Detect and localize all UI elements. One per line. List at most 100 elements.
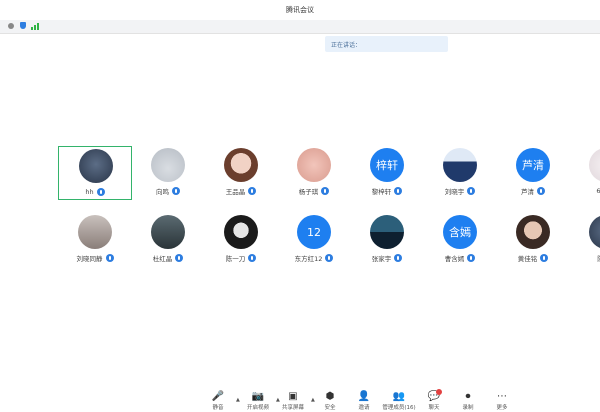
mic-status-icon [394,187,403,195]
participant-name: 东方红12 [294,255,323,263]
participant-name-row: 黎梓轩 [350,186,424,196]
toolbar-mic-button[interactable]: 🎤 静音 [201,386,235,412]
record-icon: ⏺ [465,391,471,402]
toolbar-label: 邀请 [358,405,370,411]
mic-icon: 🎤 [211,391,225,402]
toolbar-label: 静音 [212,405,224,411]
participant-name-row: 芦清 [496,186,570,196]
toolbar-members-button[interactable]: 👥 管理成员(16) [382,386,416,412]
participant-name-row: 陈 [569,253,600,263]
toolbar-label: 聊天 [428,405,440,411]
participant-tile[interactable]: 杜红晶 [131,213,205,267]
participant-tile[interactable]: 含嫣 曹含嫣 [423,213,497,267]
members-icon: 👥 [392,391,406,402]
toolbar-chat-button[interactable]: 💬 聊天 [417,386,451,412]
toolbar-video-off-button[interactable]: 📷 开启视频 [241,386,275,412]
mic-status-icon [105,254,114,262]
participant-name: 芦清 [521,188,534,196]
toolbar-record-button[interactable]: ⏺ 录制 [451,386,485,412]
participant-name: 60 [596,187,600,195]
participant-tile[interactable]: 刘晓同静 [58,213,132,267]
participant-name: 张家宇 [371,255,392,263]
toolbar-label: 更多 [496,405,508,411]
participant-avatar [151,215,185,249]
mic-status-icon [248,254,257,262]
toolbar-label: 录制 [462,405,474,411]
shield-icon: ⬢ [325,391,335,402]
participant-avatar [297,148,331,182]
mic-status-icon [540,254,549,262]
mic-status-icon [248,187,257,195]
toolbar-more-button[interactable]: ⋯ 更多 [485,386,519,412]
mic-status-icon [467,254,476,262]
participant-name: hh [85,188,94,196]
participant-name: 向鸣 [156,188,169,196]
participant-avatar [443,148,477,182]
participant-name-row: 黄佳铭 [496,253,570,263]
mic-status-icon [467,187,476,195]
mic-status-icon [537,187,545,195]
participant-name: 杜红晶 [152,255,173,263]
participant-avatar [224,148,258,182]
participant-tile[interactable]: 张家宇 [350,213,424,267]
participant-tile[interactable]: 刘晓宇 [423,146,497,200]
participant-name: 刘晓同静 [76,255,103,263]
participant-tile[interactable]: 12 东方红12 [277,213,351,267]
chevron-up-icon[interactable]: ▲ [236,397,240,403]
participant-tile[interactable]: 梓轩 黎梓轩 [350,146,424,200]
participant-avatar [516,215,550,249]
participant-tile[interactable]: 陈 [569,213,600,267]
toolbar-invite-button[interactable]: 👤 邀请 [347,386,381,412]
participant-name-row: 刘晓宇 [423,186,497,196]
mic-status-icon [96,188,105,196]
participant-tile[interactable]: hh [58,146,132,200]
participant-name-row: 60 [569,186,600,196]
toolbar-label: 安全 [324,405,336,411]
participant-name: 刘晓宇 [444,188,465,196]
toolbar-label: 开启视频 [246,405,269,411]
mic-status-icon [172,187,180,195]
participant-tile[interactable]: 芦清 芦清 [496,146,570,200]
participant-tile[interactable]: 杨子琪 [277,146,351,200]
participant-name-row: 刘晓同静 [58,253,132,263]
participant-grid: hh向鸣王品晶杨子琪梓轩黎梓轩刘晓宇芦清芦清60刘晓同静杜红晶陈一刀12东方红1… [0,0,600,412]
participant-avatar [224,215,258,249]
unread-badge [436,389,442,395]
participant-name-row: 向鸣 [131,186,205,196]
participant-name: 曹含嫣 [444,255,465,263]
participant-avatar [79,149,113,183]
invite-icon: 👤 [357,391,371,402]
participant-name: 黄佳铭 [517,255,538,263]
participant-name-row: 王品晶 [204,186,278,196]
toolbar-label: 共享屏幕 [281,405,304,411]
participant-name-row: 曹含嫣 [423,253,497,263]
meeting-toolbar: 🎤 静音 ▲ 📷 开启视频 ▲ ▣ 共享屏幕 ▲ ⬢ 安全 👤 邀请 👥 管理成员(16) 💬 聊天 ⏺ 录制 ⋯ 更多 [0,386,600,412]
participant-avatar [78,215,112,249]
toolbar-shield-button[interactable]: ⬢ 安全 [313,386,347,412]
mic-status-icon [394,254,403,262]
participant-tile[interactable]: 黄佳铭 [496,213,570,267]
participant-avatar: 梓轩 [370,148,404,182]
participant-name-row: hh [59,187,131,197]
more-icon: ⋯ [497,391,507,402]
video-off-icon: 📷 [251,391,265,402]
mic-status-icon [321,187,330,195]
participant-tile[interactable]: 王品晶 [204,146,278,200]
mic-status-icon [325,254,334,262]
participant-name: 杨子琪 [298,188,319,196]
participant-tile[interactable]: 60 [569,146,600,200]
toolbar-share-screen-button[interactable]: ▣ 共享屏幕 [276,386,310,412]
participant-avatar [589,148,600,182]
participant-avatar [151,148,185,182]
participant-avatar: 芦清 [516,148,550,182]
mic-status-icon [175,254,184,262]
participant-avatar [589,215,600,249]
participant-name: 陈一刀 [225,255,246,263]
participant-name: 黎梓轩 [371,188,392,196]
participant-avatar: 含嫣 [443,215,477,249]
share-screen-icon: ▣ [288,391,298,402]
participant-name-row: 东方红12 [277,253,351,263]
participant-name-row: 张家宇 [350,253,424,263]
participant-tile[interactable]: 向鸣 [131,146,205,200]
participant-tile[interactable]: 陈一刀 [204,213,278,267]
